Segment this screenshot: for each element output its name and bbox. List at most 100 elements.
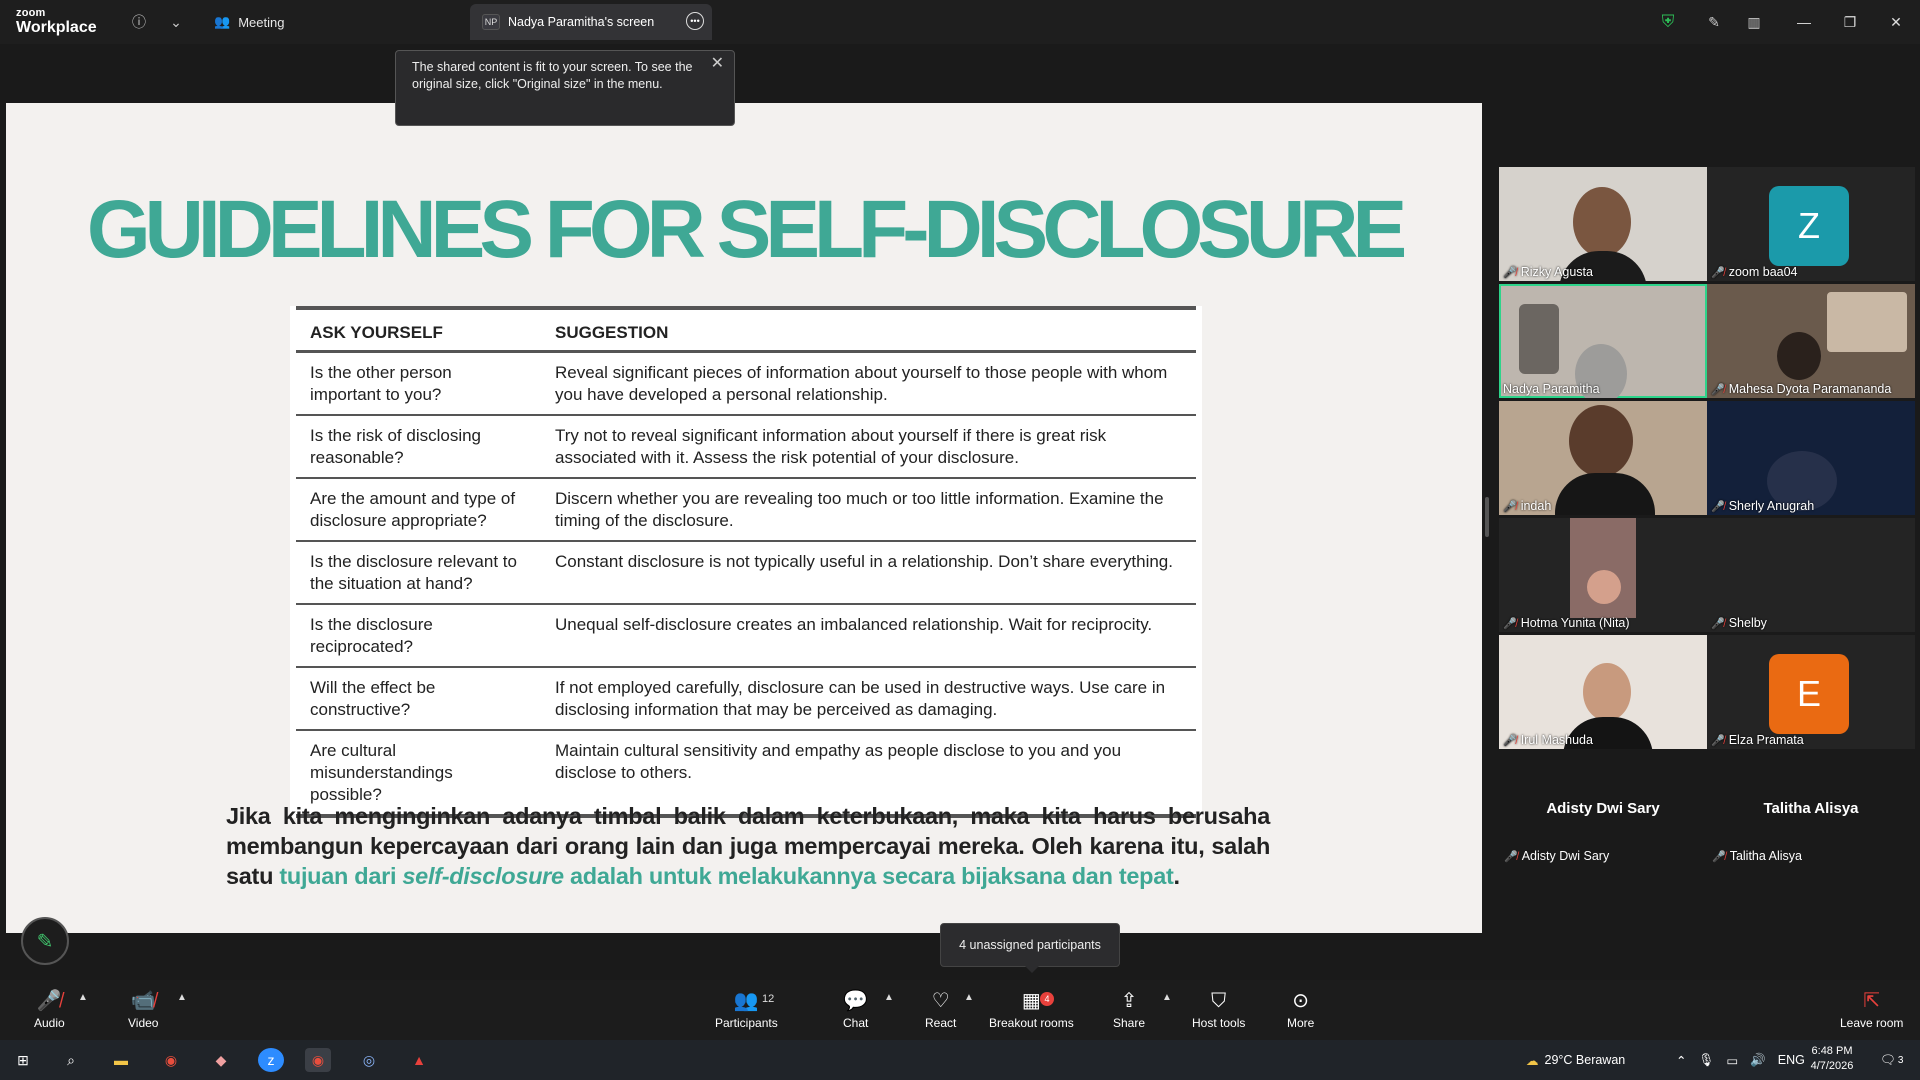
weather-widget[interactable]: ☁ 29°C Berawan (1526, 1040, 1625, 1080)
chevron-up-icon[interactable]: ▲ (1162, 992, 1172, 1003)
notifications-button[interactable]: 🗨 3 (1880, 1040, 1903, 1080)
chrome-icon[interactable]: ◉ (305, 1048, 331, 1072)
meeting-tab-label: Meeting (238, 14, 285, 30)
host-tools-button[interactable]: ⛉ Host tools (1192, 990, 1245, 1030)
react-button[interactable]: ♡ React (925, 990, 956, 1030)
video-tile[interactable]: 🎤̸ Mahesa Dyota Paramananda (1707, 284, 1915, 398)
chevron-up-icon[interactable]: ▲ (177, 992, 187, 1003)
clock[interactable]: 6:48 PM 4/7/2026 (1800, 1044, 1864, 1074)
participant-video (1569, 405, 1633, 477)
column-header-ask: ASK YOURSELF (296, 306, 541, 353)
camera-app-icon[interactable]: ◎ (356, 1048, 382, 1072)
acrobat-icon[interactable]: ▲ (406, 1048, 432, 1072)
microphone-icon[interactable]: 🎙 (1698, 1053, 1714, 1068)
mic-muted-icon: 🎤̸ (1503, 734, 1517, 747)
participant-name-label: Nadya Paramitha (1503, 382, 1600, 396)
participant-name-label: 🎤̸ zoom baa04 (1711, 265, 1798, 279)
mic-muted-icon: 🎤̸ (1711, 734, 1725, 747)
restore-icon[interactable]: ❐ (1836, 10, 1864, 34)
title-bar: zoom Workplace ⓘ ⌄ 👥 Meeting NP Nadya Pa… (0, 0, 1920, 44)
chevron-up-icon[interactable]: ⌃ (1676, 1053, 1686, 1068)
audio-button[interactable]: 🎤̸ Audio (34, 990, 65, 1030)
slide-paragraph: Jika kita menginginkan adanya timbal bal… (226, 801, 1270, 891)
chevron-down-icon[interactable]: ⌄ (164, 10, 188, 34)
chevron-up-icon[interactable]: ▲ (78, 992, 88, 1003)
annotation-pen-button[interactable]: ✎ (21, 917, 69, 965)
participant-name: indah (1520, 499, 1552, 513)
shared-screen-content: GUIDELINES FOR SELF-DISCLOSURE ASK YOURS… (6, 103, 1482, 933)
chevron-up-icon[interactable]: ▲ (964, 992, 974, 1003)
participant-video-face (1587, 570, 1621, 604)
windows-start-icon[interactable]: ⊞ (10, 1048, 36, 1072)
participant-name-label: 🎤̸ Rizky Agusta (1503, 265, 1593, 279)
avatar: E (1769, 654, 1849, 734)
network-icon[interactable]: ▭ (1726, 1053, 1738, 1068)
video-button[interactable]: 📹̸ Video (128, 990, 158, 1030)
breakout-rooms-button[interactable]: ▦ Breakout rooms (989, 990, 1074, 1030)
leave-room-button[interactable]: ⇱ Leave room (1840, 990, 1903, 1030)
presenter-badge: NP (482, 14, 500, 30)
highlight-text-1: tujuan dari (279, 863, 403, 889)
video-tile[interactable]: 🎤̸ Hotma Yunita (Nita) (1499, 518, 1707, 632)
view-layout-icon[interactable]: ▥ (1742, 10, 1766, 34)
participant-display-name: Talitha Alisya (1763, 800, 1859, 817)
participant-name: Adisty Dwi Sary (1521, 849, 1610, 863)
participant-name-label: 🎤̸ Talitha Alisya (1712, 849, 1802, 863)
react-label: React (925, 1016, 957, 1030)
volume-icon[interactable]: 🔊 (1750, 1053, 1766, 1068)
participant-name-label: 🎤̸ Shelby (1711, 616, 1767, 630)
chat-button[interactable]: 💬 Chat (843, 990, 868, 1030)
more-button[interactable]: ⊙ More (1287, 990, 1314, 1030)
logo-small-text: zoom (16, 7, 46, 19)
meeting-controls: 🎤̸ Audio ▲ 📹̸ Video ▲ 👥 Participants 12 … (0, 980, 1920, 1040)
participant-name: Rizky Agusta (1520, 265, 1593, 279)
question-cell: Is the disclosure reciprocated? (296, 604, 541, 668)
info-icon[interactable]: ⓘ (127, 10, 151, 34)
share-button[interactable]: ⇪ Share (1113, 990, 1145, 1030)
panel-resize-handle[interactable] (1485, 497, 1489, 537)
participants-count: 12 (762, 993, 775, 1005)
participant-name: zoom baa04 (1728, 265, 1798, 279)
app-icon[interactable]: ◆ (208, 1048, 234, 1072)
participant-video-body (1555, 473, 1655, 515)
heart-icon: ♡ (931, 990, 950, 1012)
column-header-suggestion: SUGGESTION (541, 306, 1196, 353)
shield-icon: ⛉ (1211, 990, 1227, 1012)
mic-muted-icon: 🎤̸ (1711, 617, 1725, 630)
participant-name: Shelby (1728, 616, 1767, 630)
minimize-icon[interactable]: — (1790, 10, 1818, 34)
video-tile[interactable]: Nadya Paramitha (1499, 284, 1707, 398)
breakout-badge: 4 (1040, 992, 1054, 1006)
chevron-up-icon[interactable]: ▲ (884, 992, 894, 1003)
search-icon[interactable]: ⌕ (58, 1048, 84, 1072)
close-icon[interactable]: ✕ (711, 55, 724, 72)
zoom-app-icon[interactable]: z (258, 1048, 284, 1072)
close-window-icon[interactable]: ✕ (1882, 10, 1910, 34)
meeting-tab[interactable]: 👥 Meeting (214, 8, 284, 36)
video-tile[interactable]: 🎤̸ Shelby (1707, 518, 1915, 632)
suggestion-cell: If not employed carefully, disclosure ca… (541, 667, 1196, 731)
suggestion-cell: Try not to reveal significant informatio… (541, 415, 1196, 479)
paragraph-highlight: tujuan dari self-disclosure adalah untuk… (279, 863, 1173, 889)
participant-name: Nadya Paramitha (1503, 382, 1600, 396)
security-shield-icon[interactable]: ⛨ (1656, 10, 1680, 34)
video-tile[interactable]: 🎤̸ indah (1499, 401, 1707, 515)
file-explorer-icon[interactable]: ▬ (108, 1048, 134, 1072)
annotate-pen-icon[interactable]: ✎ (1702, 10, 1726, 34)
share-screen-icon: ⇪ (1120, 990, 1138, 1012)
video-tile[interactable]: 🎤̸ Rizky Agusta (1499, 167, 1707, 281)
question-cell: Are the amount and type of disclosure ap… (296, 478, 541, 542)
video-tile[interactable]: 🎤̸ Sherly Anugrah (1707, 401, 1915, 515)
question-cell: Will the effect be constructive? (296, 667, 541, 731)
chrome-icon[interactable]: ◉ (158, 1048, 184, 1072)
suggestion-cell: Discern whether you are revealing too mu… (541, 478, 1196, 542)
video-tile[interactable]: E 🎤̸ Elza Pramata (1707, 635, 1915, 749)
video-tile[interactable]: 🎤̸ Irul Mashuda (1499, 635, 1707, 749)
unassigned-participants-tooltip: 4 unassigned participants (940, 923, 1120, 973)
shared-screen-tab[interactable]: NP Nadya Paramitha's screen ••• (470, 4, 712, 40)
video-tile[interactable]: Z 🎤̸ zoom baa04 (1707, 167, 1915, 281)
mic-muted-icon: 🎤̸ (1711, 266, 1725, 279)
participant-video (1519, 304, 1559, 374)
more-options-icon[interactable]: ••• (686, 12, 704, 30)
shared-screen-label: Nadya Paramitha's screen (508, 15, 655, 29)
